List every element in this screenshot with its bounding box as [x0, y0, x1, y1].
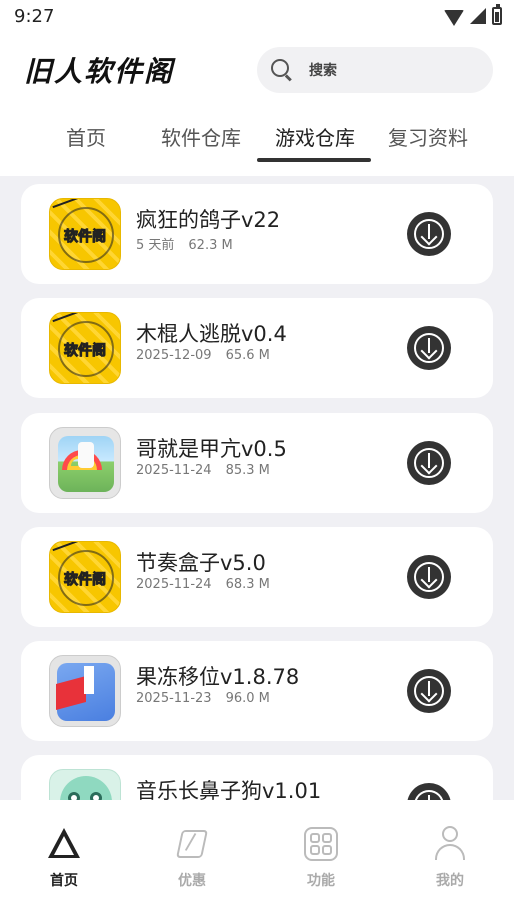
battery-icon [492, 4, 502, 25]
app-date: 2025-11-24 [136, 577, 212, 592]
nav-home[interactable]: 首页 [24, 826, 104, 890]
rainbow-game-icon [49, 427, 121, 499]
app-list[interactable]: 软件阁 疯狂的鸽子v22 5 天前 62.3 M 软件阁 木棍人逃脱v0.4 20… [0, 176, 514, 800]
wifi-icon [444, 10, 464, 26]
tab-game-repo[interactable]: 游戏仓库 [271, 122, 359, 151]
features-grid-icon [303, 826, 339, 862]
search-input[interactable]: 搜索 [257, 47, 493, 93]
bottom-nav: 首页 优惠 功能 我的 [0, 800, 514, 914]
app-meta: 2025-11-24 85.3 M [136, 463, 270, 478]
list-item[interactable]: 果冻移位v1.8.78 2025-11-23 96.0 M [21, 641, 493, 741]
app-title: 果冻移位v1.8.78 [136, 665, 300, 689]
nav-profile[interactable]: 我的 [410, 826, 490, 890]
app-title: 哥就是甲亢v0.5 [136, 437, 287, 461]
home-triangle-icon [46, 826, 82, 862]
download-button[interactable] [407, 326, 451, 370]
download-button[interactable] [407, 555, 451, 599]
search-icon [271, 59, 293, 81]
nav-label: 优惠 [178, 873, 206, 889]
header: 旧人软件阁 搜索 [0, 34, 514, 110]
tab-home[interactable]: 首页 [52, 122, 120, 151]
app-size: 85.3 M [225, 463, 270, 478]
app-meta: 2025-12-09 65.6 M [136, 348, 270, 363]
app-date: 2025-11-24 [136, 463, 212, 478]
app-title: 节奏盒子v5.0 [136, 551, 266, 575]
nav-discounts[interactable]: 优惠 [152, 826, 232, 890]
download-button[interactable] [407, 669, 451, 713]
list-item[interactable]: 软件阁 疯狂的鸽子v22 5 天前 62.3 M [21, 184, 493, 284]
software-pavilion-icon: 软件阁 [49, 312, 121, 384]
app-date: 5 天前 [136, 238, 175, 253]
lightning-icon [174, 826, 210, 862]
app-size: 96.0 M [225, 691, 270, 706]
list-item[interactable]: 哥就是甲亢v0.5 2025-11-24 85.3 M [21, 413, 493, 513]
software-pavilion-icon: 软件阁 [49, 198, 121, 270]
list-item[interactable]: 软件阁 木棍人逃脱v0.4 2025-12-09 65.6 M [21, 298, 493, 398]
nav-features[interactable]: 功能 [281, 826, 361, 890]
app-logo: 旧人软件阁 [24, 55, 175, 88]
status-icons [444, 4, 502, 26]
app-meta: 5 天前 62.3 M [136, 234, 233, 253]
profile-icon [432, 826, 468, 862]
app-title: 木棍人逃脱v0.4 [136, 322, 287, 346]
signal-icon [470, 8, 486, 24]
jelly-shift-icon [49, 655, 121, 727]
download-button[interactable] [407, 783, 451, 800]
tab-review-materials[interactable]: 复习资料 [385, 122, 471, 151]
list-item[interactable]: 音乐长鼻子狗v1.01 [21, 755, 493, 800]
app-date: 2025-11-23 [136, 691, 212, 706]
nav-label: 首页 [50, 873, 78, 889]
active-tab-indicator [257, 158, 371, 162]
status-bar: 9:27 [0, 0, 514, 34]
nav-label: 功能 [307, 873, 335, 889]
app-size: 62.3 M [188, 238, 233, 253]
app-meta: 2025-11-23 96.0 M [136, 691, 270, 706]
green-dog-icon [49, 769, 121, 800]
search-placeholder: 搜索 [309, 63, 337, 79]
app-size: 65.6 M [225, 348, 270, 363]
app-meta: 2025-11-24 68.3 M [136, 577, 270, 592]
app-title: 音乐长鼻子狗v1.01 [136, 779, 322, 800]
download-button[interactable] [407, 212, 451, 256]
download-button[interactable] [407, 441, 451, 485]
category-tabs: 首页 软件仓库 游戏仓库 复习资料 [0, 110, 514, 166]
nav-label: 我的 [436, 873, 464, 889]
tab-software-repo[interactable]: 软件仓库 [158, 122, 244, 151]
software-pavilion-icon: 软件阁 [49, 541, 121, 613]
list-item[interactable]: 软件阁 节奏盒子v5.0 2025-11-24 68.3 M [21, 527, 493, 627]
app-date: 2025-12-09 [136, 348, 212, 363]
app-size: 68.3 M [225, 577, 270, 592]
app-title: 疯狂的鸽子v22 [136, 208, 281, 232]
status-time: 9:27 [14, 6, 55, 27]
